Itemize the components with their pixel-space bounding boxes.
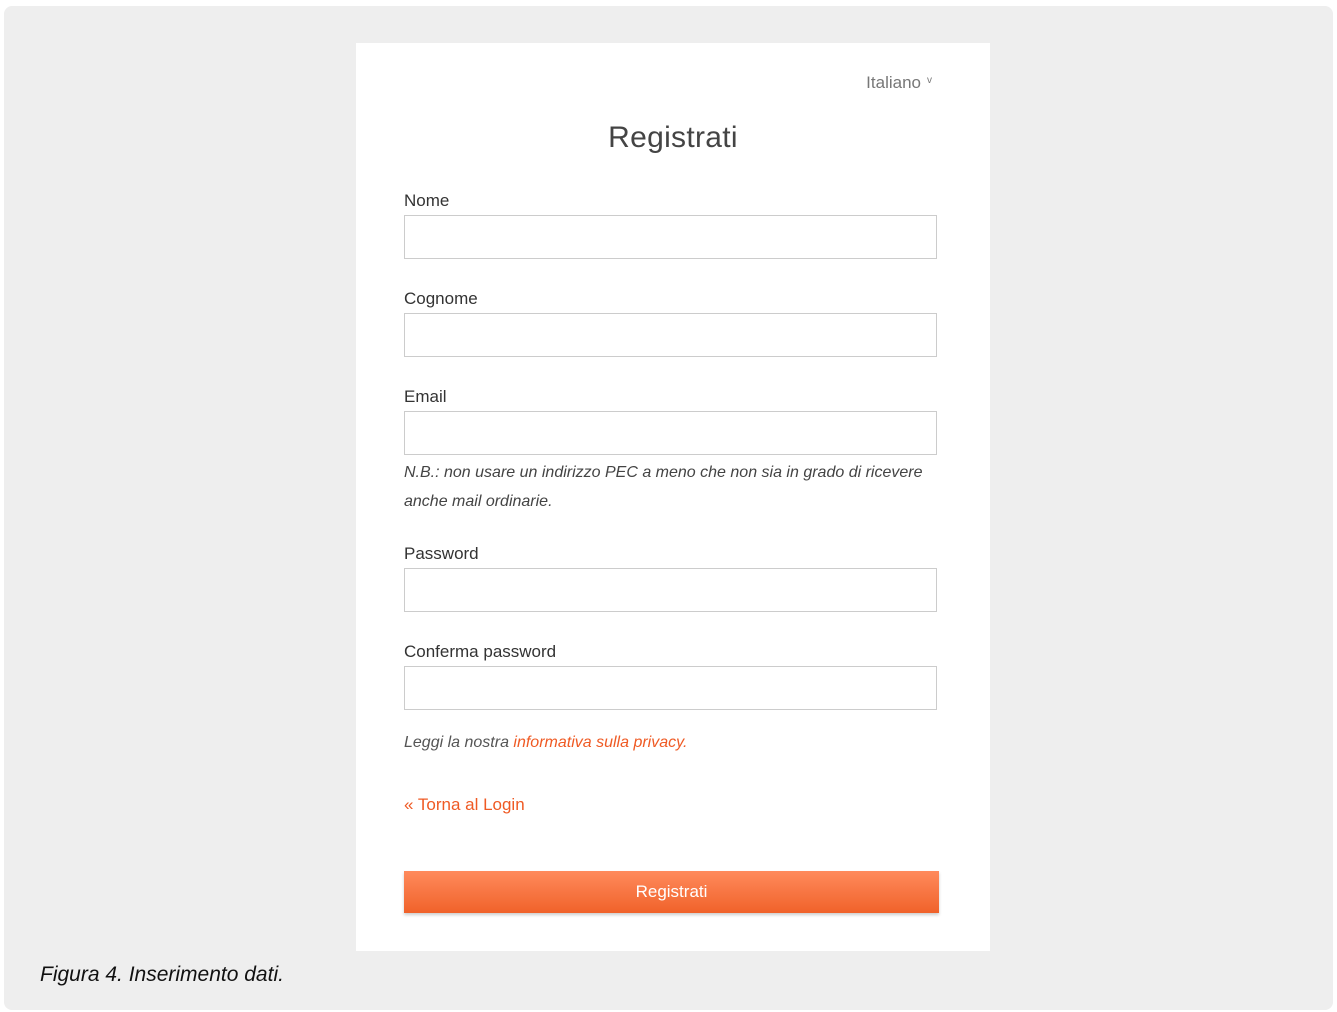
- email-input[interactable]: [404, 411, 937, 455]
- figure-caption: Figura 4. Inserimento dati.: [40, 963, 284, 986]
- privacy-prefix: Leggi la nostra: [404, 734, 514, 751]
- register-button[interactable]: Registrati: [404, 871, 939, 913]
- password-input[interactable]: [404, 568, 937, 612]
- chevron-down-icon: v: [927, 75, 932, 86]
- privacy-notice: Leggi la nostra informativa sulla privac…: [404, 734, 687, 752]
- cognome-label: Cognome: [404, 289, 478, 308]
- back-to-login-link[interactable]: « Torna al Login: [404, 795, 525, 815]
- email-label: Email: [404, 387, 447, 406]
- confirm-password-label: Conferma password: [404, 642, 557, 661]
- nome-label: Nome: [404, 191, 450, 210]
- confirm-password-input[interactable]: [404, 666, 937, 710]
- email-note: N.B.: non usare un indirizzo PEC a meno …: [404, 464, 923, 510]
- nome-input[interactable]: [404, 215, 937, 259]
- language-selector[interactable]: Italiano v: [866, 73, 932, 93]
- language-selector-label: Italiano: [866, 73, 921, 92]
- registration-card: Italiano v Registrati Nome Cognome Email…: [356, 43, 990, 951]
- page-background: Italiano v Registrati Nome Cognome Email…: [4, 6, 1333, 1010]
- password-label: Password: [404, 544, 479, 563]
- privacy-link[interactable]: informativa sulla privacy.: [513, 734, 687, 751]
- page-title: Registrati: [608, 121, 738, 154]
- cognome-input[interactable]: [404, 313, 937, 357]
